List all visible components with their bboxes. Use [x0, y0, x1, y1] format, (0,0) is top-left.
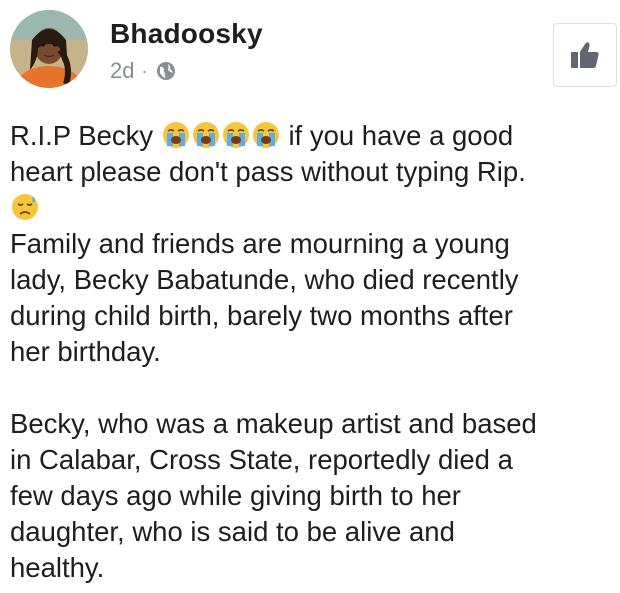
loudly-crying-face-icon [251, 120, 281, 150]
globe-icon [156, 61, 176, 81]
like-button[interactable] [553, 23, 617, 87]
avatar[interactable] [10, 10, 88, 88]
emoji-line [10, 190, 610, 226]
loudly-crying-face-icon [161, 120, 191, 150]
text-line: Becky, who was a makeup artist and based [10, 408, 537, 439]
text-line: Family and friends are mourning a young [10, 228, 510, 259]
text-line: lady, Becky Babatunde, who died recently [10, 264, 519, 295]
text-line: her birthday. [10, 336, 161, 367]
thumbs-up-icon [571, 42, 599, 68]
facebook-post: Bhadoosky 2d · R.I.P Becky if you have a… [0, 0, 620, 593]
intro-after-text: if you have a good [288, 120, 514, 151]
text-line: heart please don't pass without typing R… [10, 156, 526, 187]
post-body: R.I.P Becky if you have a good heart ple… [10, 118, 610, 586]
sad-but-relieved-face-icon [10, 192, 40, 222]
text-line: daughter, who is said to be alive and [10, 516, 455, 547]
text-line: few days ago while giving birth to her [10, 480, 461, 511]
loudly-crying-face-icon [191, 120, 221, 150]
author-name[interactable]: Bhadoosky [110, 18, 263, 50]
text-line: healthy. [10, 552, 105, 583]
post-time[interactable]: 2d [110, 58, 134, 84]
avatar-image [10, 10, 88, 88]
intro-text: R.I.P Becky [10, 120, 154, 151]
post-header: Bhadoosky 2d · [10, 10, 617, 90]
text-line: during child birth, barely two months af… [10, 300, 513, 331]
meta-separator: · [141, 60, 148, 81]
intro-line: R.I.P Becky if you have a good [10, 118, 610, 154]
post-meta: 2d · [110, 58, 176, 84]
text-line: in Calabar, Cross State, reportedly died… [10, 444, 513, 475]
loudly-crying-face-icon [221, 120, 251, 150]
